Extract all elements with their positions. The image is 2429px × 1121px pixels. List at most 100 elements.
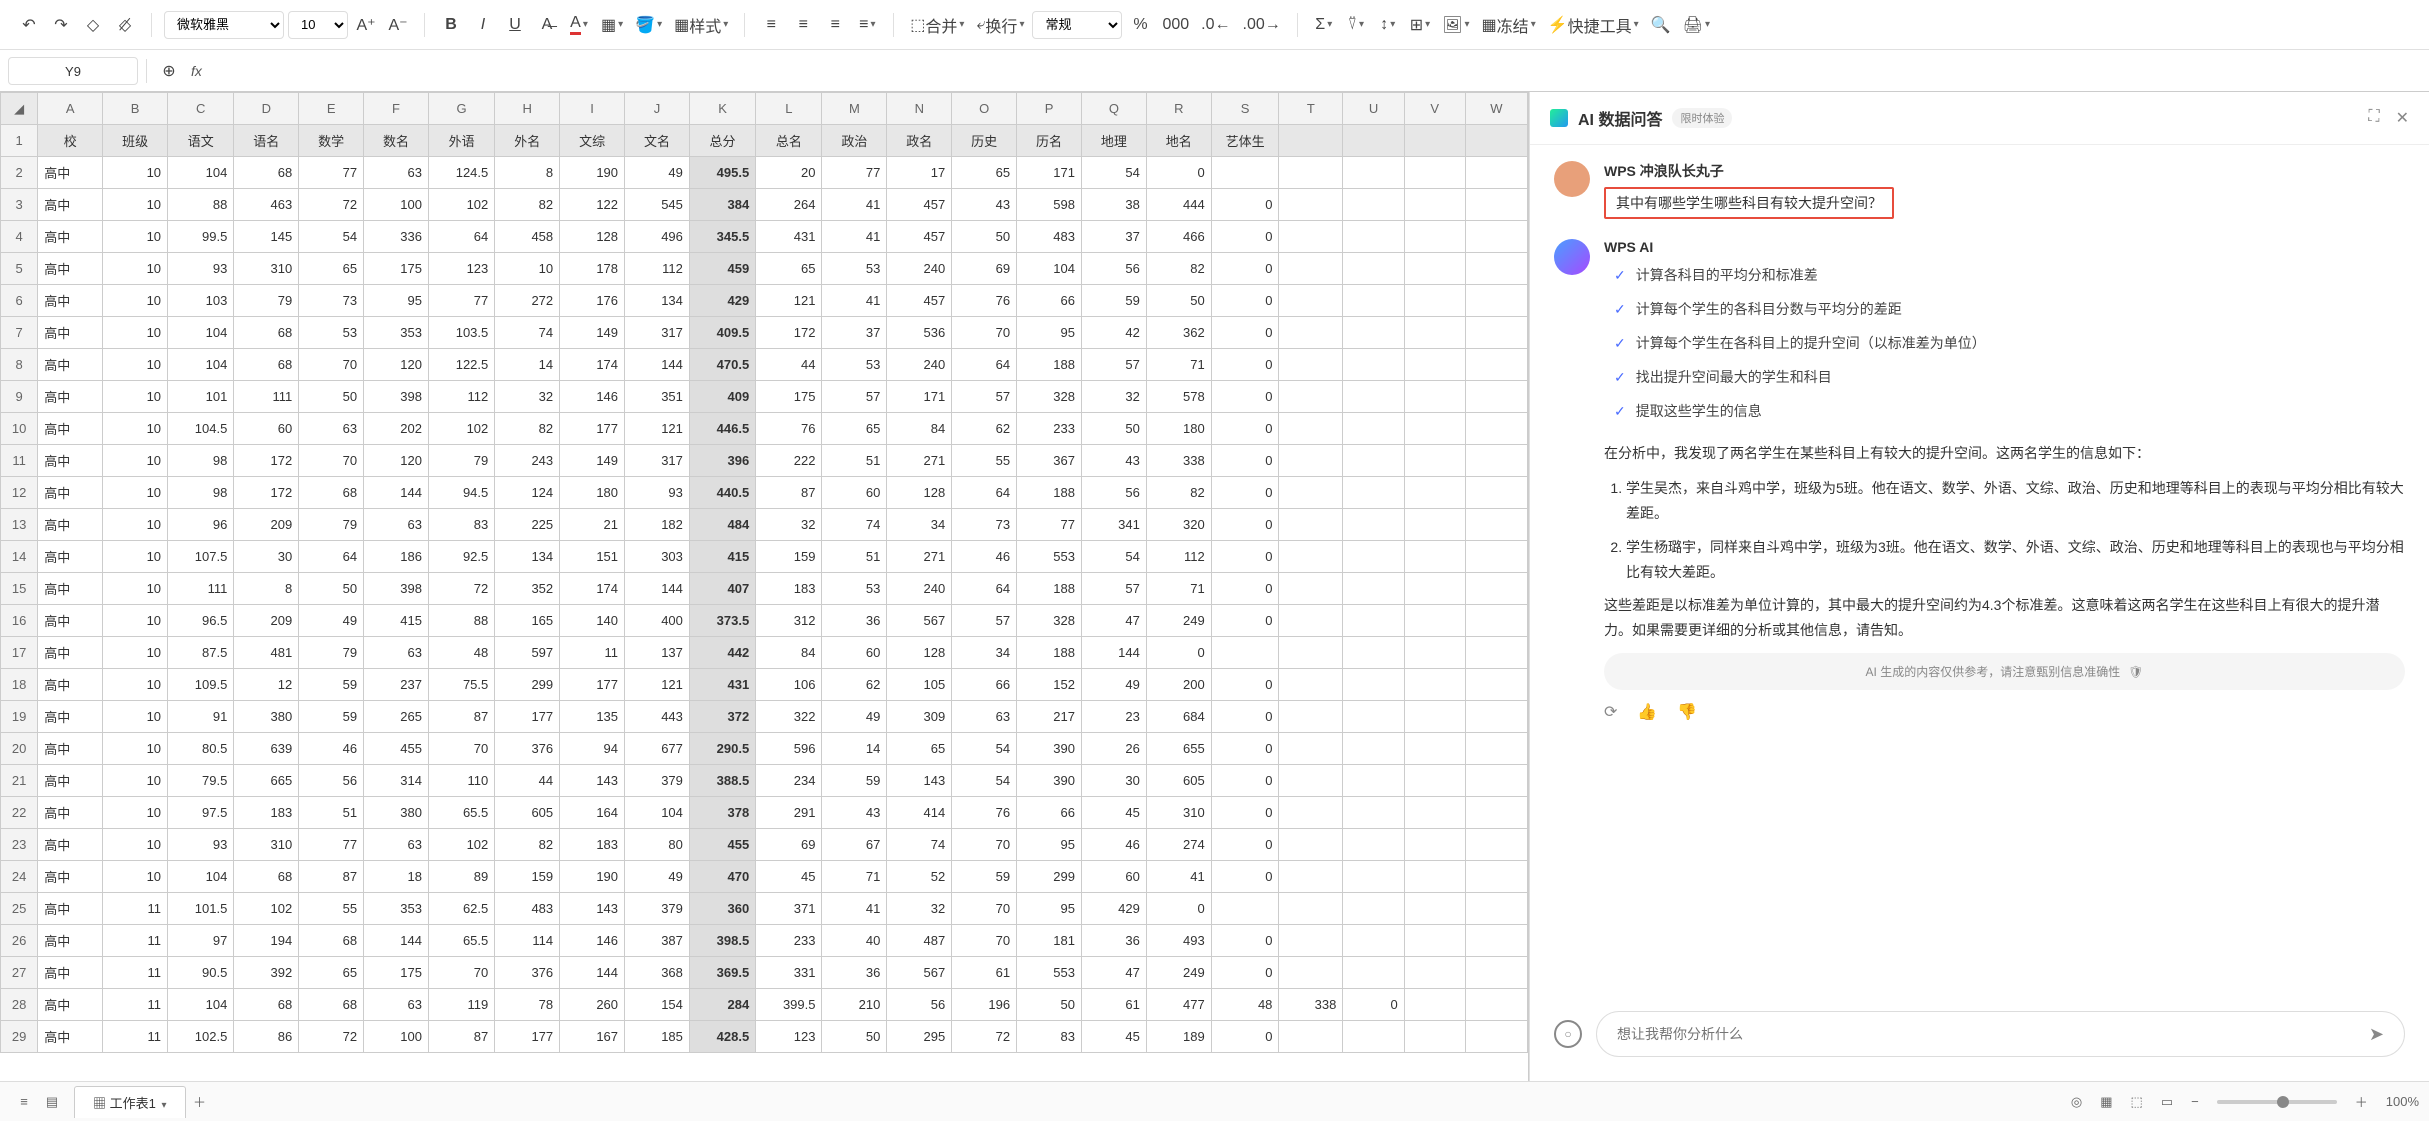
cell[interactable]: 388.5 [689, 765, 755, 797]
cell[interactable] [1343, 765, 1404, 797]
cell[interactable]: 72 [952, 1021, 1017, 1053]
cell[interactable] [1465, 989, 1527, 1021]
cell[interactable]: 62 [952, 413, 1017, 445]
cell[interactable]: 10 [103, 733, 168, 765]
cell[interactable]: 32 [756, 509, 822, 541]
cell[interactable] [1404, 829, 1465, 861]
cell[interactable] [1404, 925, 1465, 957]
cell[interactable] [1211, 637, 1279, 669]
cell[interactable]: 37 [822, 317, 887, 349]
zoom-label[interactable]: 100% [2386, 1094, 2419, 1109]
cell[interactable]: 493 [1146, 925, 1211, 957]
cell[interactable]: 54 [1081, 157, 1146, 189]
cell[interactable]: 46 [1081, 829, 1146, 861]
cell[interactable] [1279, 861, 1343, 893]
cell[interactable] [1404, 381, 1465, 413]
cell[interactable]: 10 [495, 253, 560, 285]
cell[interactable]: 440.5 [689, 477, 755, 509]
cell[interactable] [1343, 189, 1404, 221]
cell[interactable]: 0 [1211, 317, 1279, 349]
cell[interactable] [1404, 605, 1465, 637]
cell[interactable]: 466 [1146, 221, 1211, 253]
cell[interactable]: 70 [952, 829, 1017, 861]
cell[interactable]: 0 [1211, 669, 1279, 701]
cell[interactable]: 90.5 [168, 957, 234, 989]
row-header[interactable]: 29 [1, 1021, 38, 1053]
cell[interactable] [1279, 445, 1343, 477]
zoom-out-icon[interactable]: − [2191, 1094, 2199, 1109]
cell[interactable]: 431 [756, 221, 822, 253]
cell[interactable]: 82 [495, 829, 560, 861]
cell[interactable] [1343, 157, 1404, 189]
cell[interactable]: 183 [234, 797, 299, 829]
row-header[interactable]: 11 [1, 445, 38, 477]
cell[interactable]: 372 [689, 701, 755, 733]
cell[interactable] [1465, 925, 1527, 957]
cell[interactable]: 64 [952, 573, 1017, 605]
cell[interactable] [1279, 925, 1343, 957]
cell[interactable]: 10 [103, 509, 168, 541]
cell[interactable]: 598 [1017, 189, 1082, 221]
cell[interactable]: 72 [428, 573, 494, 605]
cell[interactable]: 82 [495, 413, 560, 445]
cell[interactable]: 高中 [38, 221, 103, 253]
cell[interactable]: 291 [756, 797, 822, 829]
cell[interactable]: 443 [625, 701, 690, 733]
cell[interactable]: 高中 [38, 445, 103, 477]
cell[interactable]: 144 [625, 573, 690, 605]
cell[interactable]: 202 [364, 413, 429, 445]
cell[interactable]: 159 [756, 541, 822, 573]
cell[interactable]: 41 [822, 189, 887, 221]
bold-icon[interactable]: B [437, 11, 465, 39]
cell[interactable]: 0 [1146, 893, 1211, 925]
cell[interactable] [1211, 893, 1279, 925]
cell[interactable]: 高中 [38, 605, 103, 637]
cell[interactable]: 64 [428, 221, 494, 253]
view-preview-icon[interactable]: ▭ [2161, 1094, 2173, 1110]
cell[interactable]: 11 [103, 1021, 168, 1053]
cell[interactable]: 17 [887, 157, 952, 189]
cell[interactable]: 80.5 [168, 733, 234, 765]
cell-reference[interactable]: Y9 [8, 57, 138, 85]
cell[interactable] [1404, 157, 1465, 189]
cell[interactable]: 18 [364, 861, 429, 893]
cell[interactable] [1343, 669, 1404, 701]
col-header[interactable]: D [234, 93, 299, 125]
cell[interactable] [1404, 221, 1465, 253]
cell[interactable]: 237 [364, 669, 429, 701]
cell[interactable]: 10 [103, 861, 168, 893]
cell[interactable]: 109.5 [168, 669, 234, 701]
cell[interactable]: 0 [1211, 733, 1279, 765]
cell[interactable]: 165 [495, 605, 560, 637]
close-icon[interactable]: ✕ [2396, 108, 2409, 128]
cell[interactable]: 0 [1211, 413, 1279, 445]
cell[interactable]: 76 [756, 413, 822, 445]
cell[interactable] [1465, 573, 1527, 605]
cell[interactable]: 70 [299, 349, 364, 381]
row-header[interactable]: 27 [1, 957, 38, 989]
underline-icon[interactable]: U [501, 11, 529, 39]
row-header[interactable]: 13 [1, 509, 38, 541]
cell[interactable]: 66 [1017, 285, 1082, 317]
cell[interactable]: 54 [1081, 541, 1146, 573]
cell[interactable]: 92.5 [428, 541, 494, 573]
cell[interactable]: 149 [560, 317, 625, 349]
cell[interactable]: 122 [560, 189, 625, 221]
cell[interactable]: 高中 [38, 637, 103, 669]
cell[interactable] [1465, 509, 1527, 541]
cell[interactable]: 53 [822, 253, 887, 285]
cell[interactable]: 317 [625, 445, 690, 477]
cell[interactable] [1404, 413, 1465, 445]
cell[interactable]: 171 [887, 381, 952, 413]
merge-button[interactable]: ⬚ 合并▾ [906, 11, 968, 39]
cell[interactable]: 高中 [38, 189, 103, 221]
image-icon[interactable]: 🖼▾ [1438, 11, 1473, 39]
cell[interactable]: 65 [299, 957, 364, 989]
cell[interactable]: 102 [428, 829, 494, 861]
cell[interactable]: 45 [1081, 1021, 1146, 1053]
cell[interactable] [1465, 765, 1527, 797]
row-header[interactable]: 24 [1, 861, 38, 893]
cell[interactable]: 144 [364, 925, 429, 957]
font-color-icon[interactable]: A▾ [565, 11, 593, 39]
cell[interactable]: 63 [299, 413, 364, 445]
